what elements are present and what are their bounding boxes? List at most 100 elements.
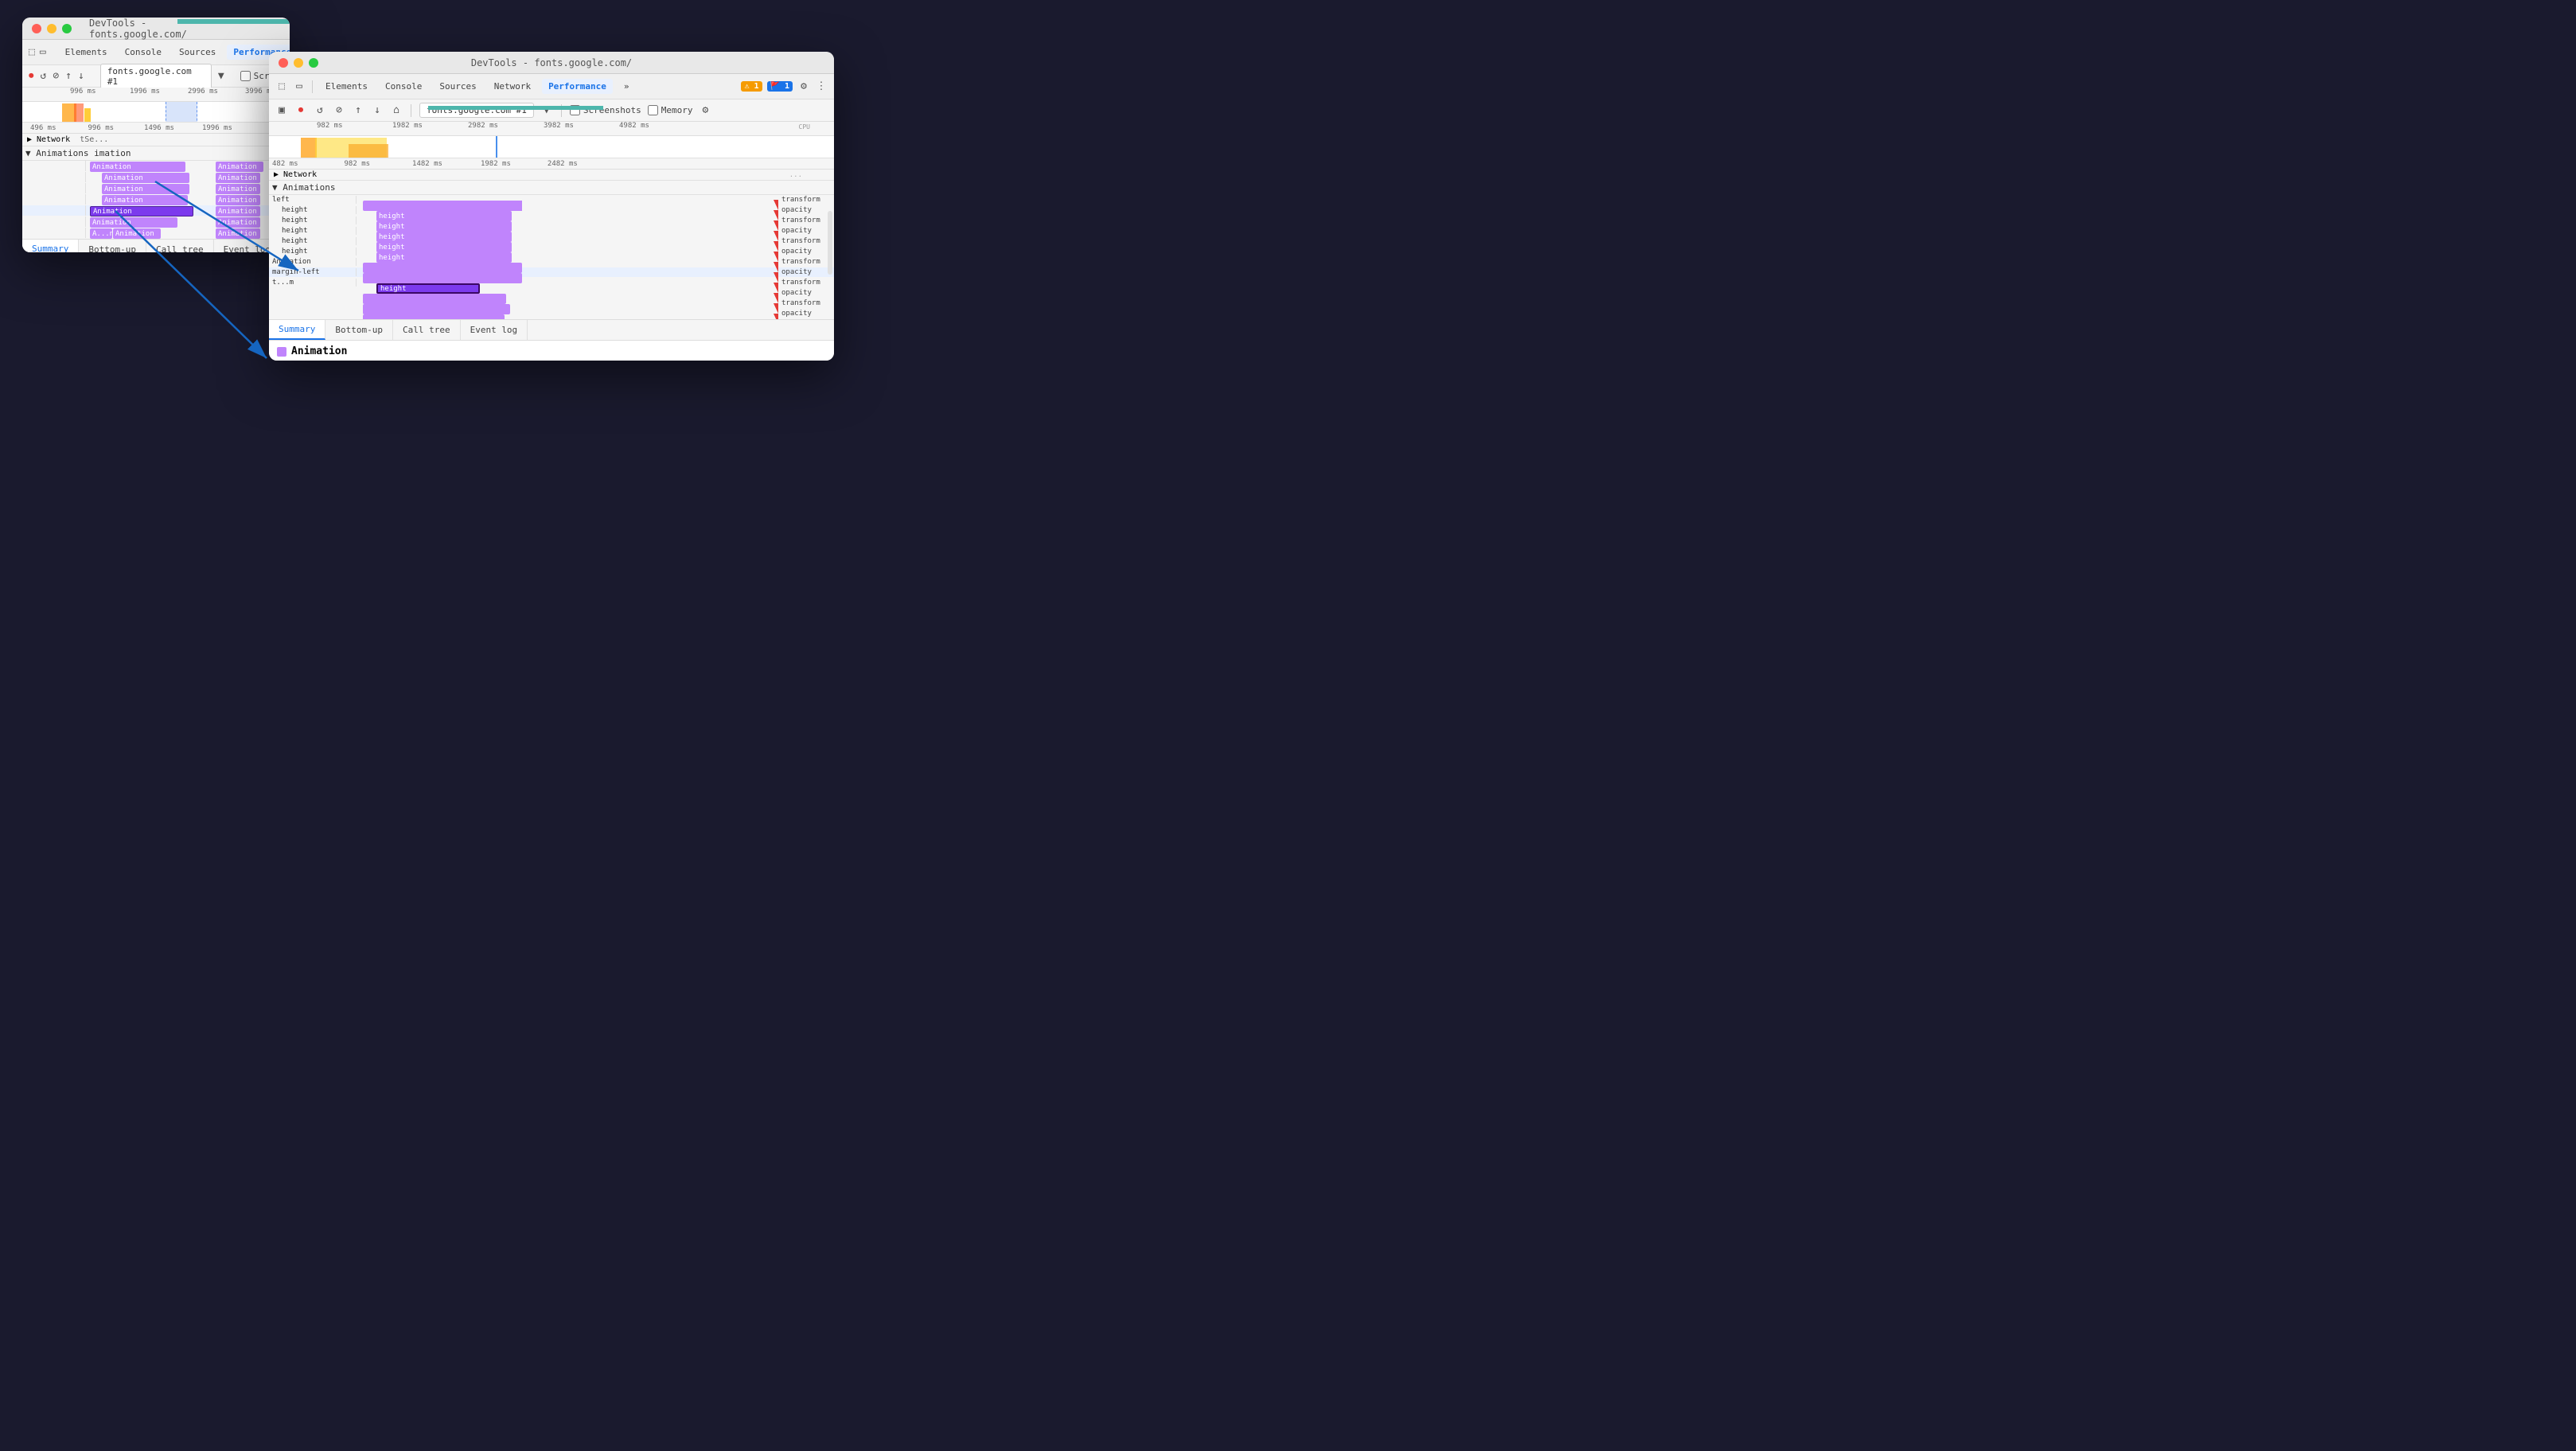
- ruler-mark-996: 996 ms: [70, 88, 96, 96]
- clear-icon[interactable]: ⊘: [53, 70, 59, 83]
- upload-icon-2[interactable]: ↑: [352, 104, 364, 117]
- anim-bar-7a[interactable]: A...n: [90, 228, 112, 239]
- maximize-button-1[interactable]: [62, 24, 72, 33]
- anim-row2-margin: margin-left opacity: [269, 267, 834, 278]
- tab-elements[interactable]: Elements: [59, 45, 114, 60]
- download-icon-2[interactable]: ↓: [371, 104, 384, 117]
- tab-calltree-1[interactable]: Call tree: [146, 240, 214, 252]
- anim-bar-4a[interactable]: Animation: [102, 195, 188, 205]
- settings-icon-3[interactable]: ⚙: [797, 80, 810, 93]
- anim-bar-1b[interactable]: Animation: [216, 162, 263, 172]
- ruler2-982: 982 ms: [317, 122, 343, 130]
- right-label-extra2: transform: [778, 299, 834, 307]
- tab-network-2[interactable]: Network: [488, 79, 537, 94]
- close-button-1[interactable]: [32, 24, 41, 33]
- anim-row-6: Animation Animation: [22, 216, 290, 228]
- anim2-h1[interactable]: height: [376, 211, 512, 221]
- ellipsis: ...: [789, 171, 802, 179]
- settings-icon-4[interactable]: ⚙: [699, 104, 711, 117]
- record-icon-2[interactable]: ⏺: [294, 104, 307, 117]
- download-icon[interactable]: ↓: [78, 70, 84, 83]
- anim-bar-6b[interactable]: Animation: [216, 217, 260, 228]
- tab-calltree-2[interactable]: Call tree: [393, 320, 461, 340]
- upload-icon[interactable]: ↑: [65, 70, 72, 83]
- anim-bar-4b[interactable]: Animation: [216, 195, 260, 205]
- tab-console-2[interactable]: Console: [379, 79, 428, 94]
- anim-rows-2: left transform height height opacit: [269, 195, 834, 319]
- anim2-extra1[interactable]: [363, 294, 506, 304]
- cursor-icon-2[interactable]: ⬚: [275, 80, 288, 93]
- anim2-h4[interactable]: height: [376, 242, 512, 252]
- tab-more-2[interactable]: »: [618, 79, 636, 94]
- anim2-anim[interactable]: [363, 263, 522, 273]
- tab-sources-2[interactable]: Sources: [433, 79, 482, 94]
- memory-checkbox-2[interactable]: Memory: [648, 105, 693, 115]
- animations-header-2[interactable]: ▼ Animations: [269, 181, 834, 195]
- anim-row2-extra2: transform: [269, 298, 834, 309]
- anim2-h2[interactable]: height: [376, 221, 512, 232]
- anim2-margin[interactable]: [363, 273, 522, 283]
- tab-performance-2[interactable]: Performance: [542, 79, 613, 94]
- tab-elements-2[interactable]: Elements: [319, 79, 374, 94]
- home-icon[interactable]: ⌂: [390, 104, 403, 117]
- anim-bar-6a[interactable]: Animation: [90, 217, 177, 228]
- anim-bar-5b[interactable]: Animation: [216, 206, 260, 216]
- anim-bar-selected[interactable]: Animation: [90, 206, 193, 216]
- toolbar-2: ⬚ ▭ Elements Console Sources Network Per…: [269, 74, 834, 99]
- anim2-h3[interactable]: height: [376, 232, 512, 242]
- red-tri-extra3: [774, 314, 778, 319]
- tab-bottomup-1[interactable]: Bottom-up: [79, 240, 146, 252]
- anim-row-5: Animation Animation: [22, 205, 290, 216]
- maximize-button-2[interactable]: [309, 58, 318, 68]
- red-tri-h1: [774, 210, 778, 220]
- red-tri-extra2: [774, 303, 778, 314]
- ruler2-1982b: 1982 ms: [481, 160, 511, 168]
- clear-icon-2[interactable]: ⊘: [333, 104, 345, 117]
- red-tri-tm: [774, 283, 778, 293]
- anim2-extra2[interactable]: [363, 304, 510, 314]
- anim2-h5[interactable]: height: [376, 252, 512, 263]
- scrollbar[interactable]: [828, 211, 832, 275]
- more-icon-2[interactable]: ⋮: [815, 80, 828, 93]
- anim2-extra3[interactable]: [363, 314, 505, 319]
- minimize-button-2[interactable]: [294, 58, 303, 68]
- device-icon-2[interactable]: ▭: [293, 80, 306, 93]
- dropdown-icon[interactable]: ▼: [218, 70, 224, 83]
- animations-header[interactable]: ▼ Animations imation: [22, 146, 290, 161]
- reload-icon-2[interactable]: ↺: [314, 104, 326, 117]
- tab-console[interactable]: Console: [119, 45, 168, 60]
- red-tri-h3: [774, 231, 778, 241]
- ruler-996: 996 ms: [88, 124, 115, 132]
- anim2-tm-selected[interactable]: height: [376, 283, 480, 294]
- tab-eventlog-2[interactable]: Event log: [461, 320, 528, 340]
- anim2-bar-1[interactable]: [363, 201, 522, 211]
- panel-icon-2[interactable]: ▣: [275, 104, 288, 117]
- flame-3: [84, 108, 91, 123]
- cursor-icon[interactable]: ⬚: [29, 46, 35, 59]
- tab-summary-2[interactable]: Summary: [269, 320, 325, 340]
- anim-row2-h3: height height opacity: [269, 226, 834, 236]
- red-tri-h2: [774, 220, 778, 231]
- anim-bar-1a[interactable]: Animation: [90, 162, 185, 172]
- tab-summary-1[interactable]: Summary: [22, 240, 79, 252]
- minimize-button-1[interactable]: [47, 24, 57, 33]
- close-button-2[interactable]: [279, 58, 288, 68]
- left-label-h1: height: [282, 206, 308, 214]
- right-label-h2: transform: [778, 216, 834, 224]
- device-icon[interactable]: ▭: [40, 46, 46, 59]
- anim-bar-2b[interactable]: Animation: [216, 173, 260, 183]
- tab-bottomup-2[interactable]: Bottom-up: [325, 320, 393, 340]
- toolbar2-1: ⏺ ↺ ⊘ ↑ ↓ fonts.google.com #1 ▼ Screensh…: [22, 65, 290, 88]
- ruler-bottom-1: 496 ms 996 ms 1496 ms 1996 ms: [22, 122, 290, 133]
- anim-bar-3b[interactable]: Animation: [216, 184, 260, 194]
- record-icon[interactable]: ⏺: [29, 70, 34, 83]
- anim-bar-2a[interactable]: Animation: [102, 173, 189, 183]
- timeline-area-1: 496 ms 996 ms 1496 ms 1996 ms: [22, 102, 290, 134]
- anim-bar-7b[interactable]: Animation: [113, 228, 161, 239]
- network-track-2: ▶ Network ...: [269, 170, 834, 181]
- red-tri-anim: [774, 262, 778, 272]
- tab-sources[interactable]: Sources: [173, 45, 222, 60]
- anim-bar-7c[interactable]: Animation: [216, 228, 260, 239]
- anim-bar-3a[interactable]: Animation: [102, 184, 189, 194]
- reload-icon[interactable]: ↺: [41, 70, 47, 83]
